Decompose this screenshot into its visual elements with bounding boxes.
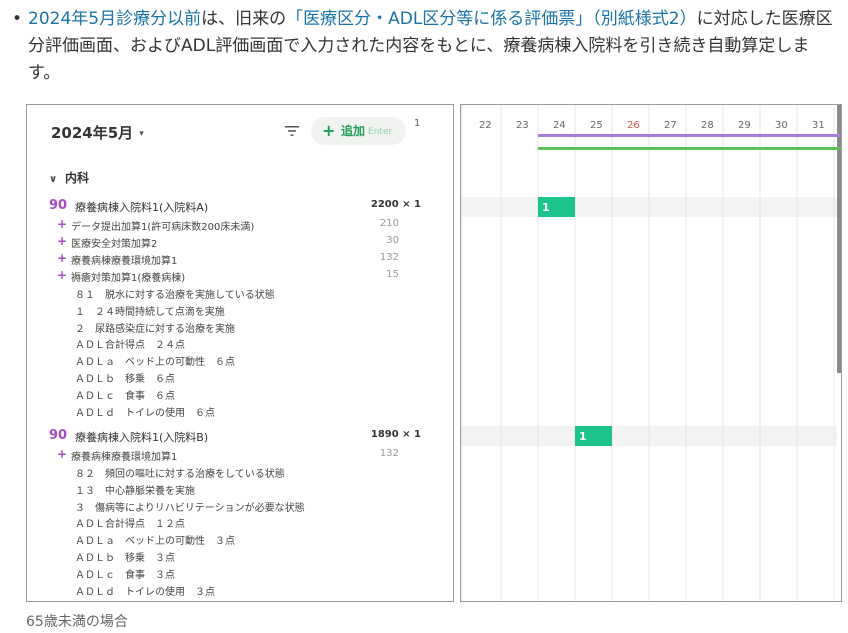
intro-paragraph: • 2024年5月診療分以前は、旧来の「医療区分・ADL区分等に係る評価票」（別… [10,6,840,87]
day-label: 28 [701,120,714,131]
caret-down-icon: ▾ [139,129,144,139]
evaluation-note: ＡＤＬ合計得点 ２４点 [75,340,185,352]
score: 90 [49,428,68,443]
day-label: 25 [590,120,603,131]
addition-name: 療養病棟療養環境加算1 [71,256,178,267]
enter-shortcut-hint: Enter [368,127,393,137]
evaluation-note: ＡＤＬｃ 食事 ６点 [75,390,175,402]
item-quantity: 2200 × 1 [370,199,421,210]
addition-points: 30 [386,235,399,246]
item-name: 療養病棟入院料1(入院料A) [75,201,209,214]
evaluation-note: １ ２４時間持続して点滴を実施 [75,306,225,318]
green-range-bar [538,147,841,150]
evaluation-note: ＡＤＬ合計得点 １２点 [75,519,185,531]
score: 90 [49,198,68,213]
day-label: 29 [738,120,751,131]
evaluation-note: ＡＤＬａ ベッド上の可動性 ６点 [75,357,235,369]
entry-count: 1 [542,201,550,214]
plus-icon: + [57,234,68,248]
month-title: 2024年5月 [51,124,134,142]
day-label: 27 [664,120,677,131]
addition-points: 210 [379,218,399,229]
day-label: 23 [516,120,529,131]
plus-icon: + [57,251,68,265]
day-label: 31 [812,120,825,131]
plus-icon: + [57,217,68,231]
day-label: 26 [627,120,640,131]
item-name: 療養病棟入院料1(入院料B) [75,431,209,444]
evaluation-note: ＡＤＬｂ 移乗 ６点 [75,374,175,385]
evaluation-note: ＡＤＬａ ベッド上の可動性 ３点 [75,536,235,548]
evaluation-note: １３ 中心静脈栄養を実施 [75,485,195,497]
evaluation-note: ３ 傷病等によりリハビリテーションが必要な状態 [75,502,305,514]
link-evaluation-form[interactable]: 「医療区分・ADL区分等に係る評価票」（別紙様式2） [286,9,697,29]
plus-icon: + [57,268,68,282]
scrollbar-thumb [837,105,841,373]
department-header[interactable]: ∨ 内科 [49,169,89,186]
evaluation-note: ８１ 脱水に対する治療を実施している状態 [75,290,275,301]
add-button[interactable]: + 追加 Enter [311,117,406,145]
intro-text-1: は、旧来の [201,9,287,29]
addition-points: 132 [379,448,399,459]
addition-points: 132 [379,252,399,263]
item-quantity: 1890 × 1 [370,429,421,440]
addition-points: 15 [386,269,399,280]
addition-name: 医療安全対策加算2 [71,239,158,250]
calendar-panel: 22 23 24 25 26 27 28 29 30 31 1 1 [460,104,842,602]
department-name: 内科 [65,171,90,185]
day-label: 22 [479,120,492,131]
evaluation-note: ＡＤＬｂ 移乗 ３点 [75,553,175,564]
evaluation-note: ＡＤＬｄ トイレの使用 ６点 [75,407,215,419]
evaluation-note: ２ 尿路感染症に対する治療を実施 [75,323,235,335]
addition-name: 褥瘡対策加算1(療養病棟) [71,273,186,284]
plus-icon: + [322,121,336,140]
filter-icon[interactable] [285,125,299,137]
bullet: • [12,9,23,29]
day-label-first: 1 [414,118,421,129]
evaluation-note: ＡＤＬｄ トイレの使用 ３点 [75,586,215,598]
evaluation-note: ８２ 頻回の嘔吐に対する治療をしている状態 [75,469,285,480]
link-may-2024[interactable]: 2024年5月診療分以前 [28,9,201,29]
chevron-down-icon: ∨ [49,174,58,185]
add-label: 追加 [341,124,366,138]
calendar-grid: 22 23 24 25 26 27 28 29 30 31 1 1 [461,105,841,601]
purple-range-bar [538,134,841,137]
addition-name: 療養病棟療養環境加算1 [71,452,178,463]
day-label: 24 [553,120,566,131]
plus-icon: + [57,447,68,461]
entry-count: 1 [579,430,587,443]
day-label: 30 [775,120,788,131]
evaluation-note: ＡＤＬｃ 食事 ３点 [75,569,175,581]
month-selector[interactable]: 2024年5月 ▾ [51,122,144,143]
addition-name: データ提出加算1(許可病床数200床未満) [71,222,255,233]
caption: 65歳未満の場合 [26,614,128,630]
billing-list-panel: 2024年5月 ▾ + 追加 Enter ∨ 内科 90 療養病棟入院料1(入院料A)… [26,104,454,602]
